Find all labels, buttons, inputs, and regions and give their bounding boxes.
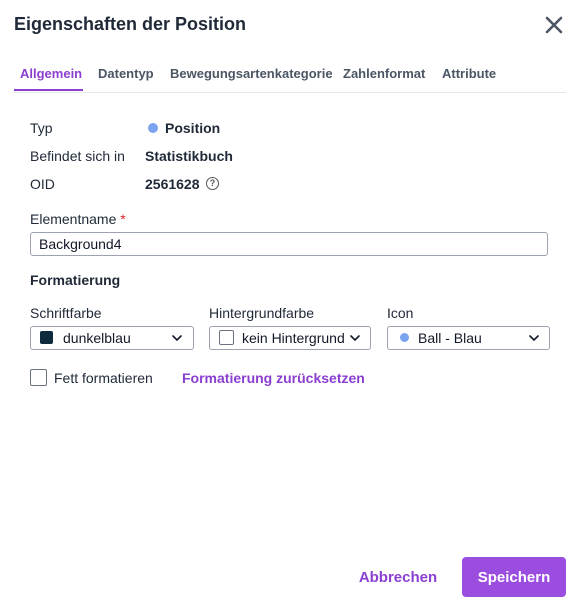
required-mark: *: [120, 211, 126, 227]
font-color-swatch: [40, 331, 53, 344]
oid-label: OID: [30, 176, 55, 192]
chevron-down-icon: [529, 335, 539, 342]
font-color-value: dunkelblau: [63, 330, 131, 346]
tab-bar: Allgemein Datentyp Bewegungsartenkategor…: [14, 62, 566, 93]
icon-value: Ball - Blau: [418, 330, 482, 346]
dialog-title: Eigenschaften der Position: [14, 14, 247, 34]
typ-value: Position: [165, 120, 221, 136]
active-tab-indicator: [14, 89, 83, 91]
chevron-down-icon: [172, 335, 182, 342]
reset-formatting-link[interactable]: Formatierung zurücksetzen: [182, 370, 365, 386]
cancel-button[interactable]: Abbrechen: [352, 557, 444, 597]
position-dot-icon: [148, 123, 158, 133]
tab-allgemein[interactable]: Allgemein: [20, 66, 82, 91]
background-color-label: Hintergrundfarbe: [209, 305, 315, 321]
properties-dialog: Eigenschaften der Position Allgemein Dat…: [0, 0, 577, 608]
font-color-label: Schriftfarbe: [30, 305, 102, 321]
location-label: Befindet sich in: [30, 148, 125, 164]
background-color-value: kein Hintergrund: [242, 330, 345, 346]
background-color-select[interactable]: kein Hintergrund: [209, 326, 371, 350]
bold-checkbox[interactable]: [30, 369, 47, 386]
tab-attribute[interactable]: Attribute: [442, 66, 496, 91]
tab-datentyp[interactable]: Datentyp: [98, 66, 154, 91]
bold-checkbox-label[interactable]: Fett formatieren: [54, 370, 153, 386]
font-color-select[interactable]: dunkelblau: [30, 326, 194, 350]
tab-zahlenformat[interactable]: Zahlenformat: [343, 66, 425, 91]
location-value: Statistikbuch: [145, 148, 233, 164]
formatting-section-title: Formatierung: [30, 272, 121, 288]
chevron-down-icon: [350, 335, 360, 342]
ball-blue-icon: [400, 333, 409, 342]
tab-bewegungsartenkategorie[interactable]: Bewegungsartenkategorie: [170, 66, 333, 91]
icon-label: Icon: [387, 305, 414, 321]
element-name-label-text: Elementname: [30, 211, 117, 227]
background-color-swatch: [219, 330, 234, 345]
question-circle-icon[interactable]: ?: [206, 177, 219, 190]
element-name-label: Elementname *: [30, 211, 126, 227]
typ-label: Typ: [30, 120, 53, 136]
element-name-input[interactable]: [30, 232, 548, 256]
save-button[interactable]: Speichern: [462, 557, 566, 597]
close-icon[interactable]: [543, 14, 565, 36]
icon-select[interactable]: Ball - Blau: [387, 326, 550, 350]
oid-value: 2561628: [145, 176, 200, 192]
